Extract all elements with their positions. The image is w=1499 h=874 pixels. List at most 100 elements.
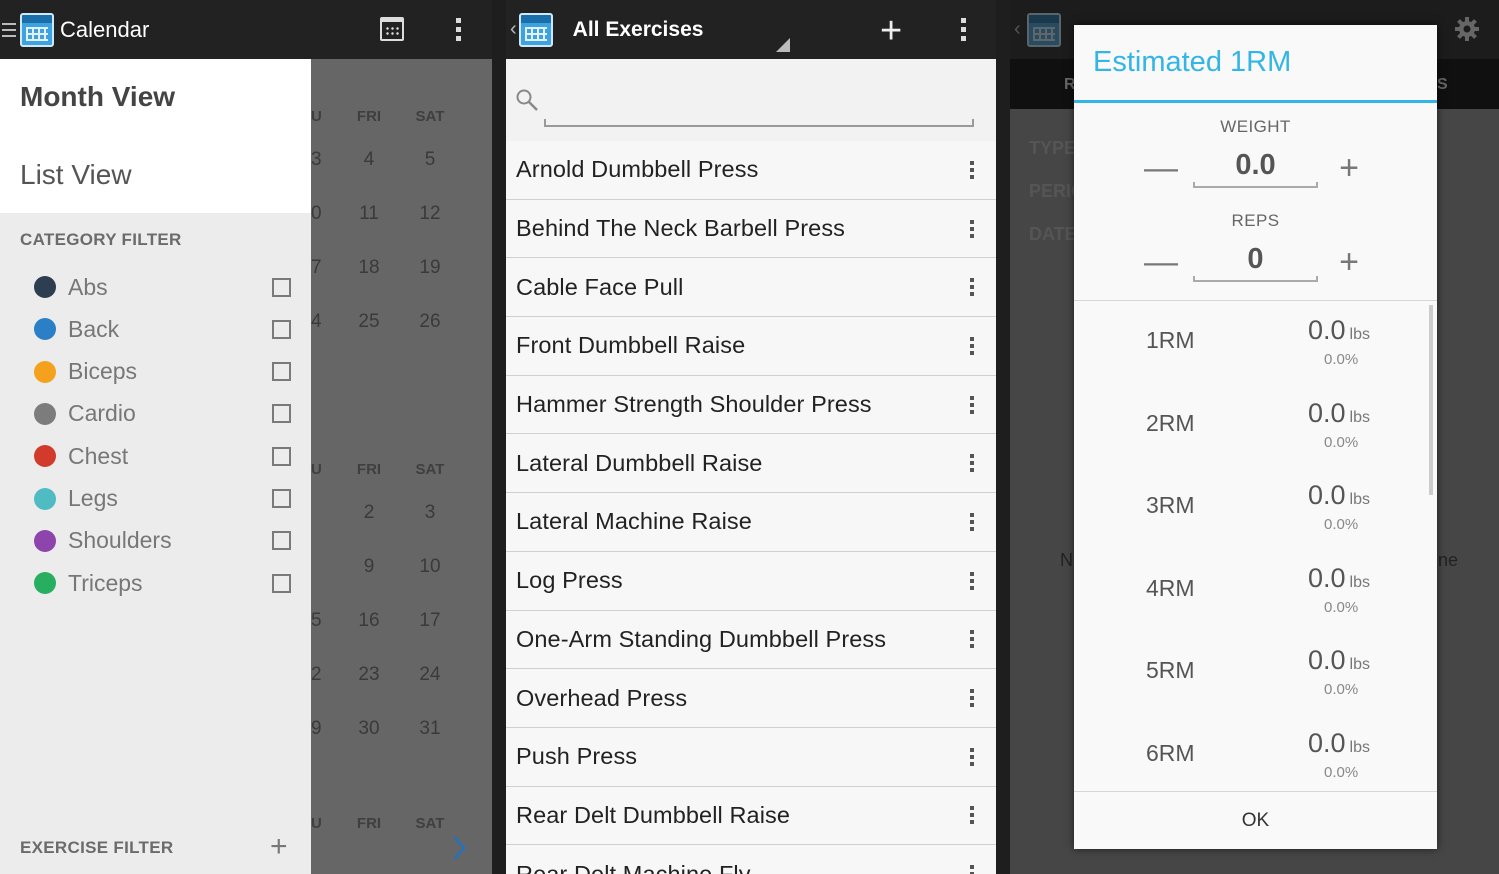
exercise-overflow-icon[interactable] (962, 747, 982, 766)
day-cell[interactable]: 10 (405, 556, 455, 578)
day-cell[interactable]: 7 (311, 257, 331, 279)
day-cell[interactable]: 23 (344, 664, 394, 686)
add-exercise-filter-button[interactable]: + (270, 832, 288, 862)
category-checkbox[interactable] (272, 573, 291, 593)
reps-input[interactable]: 0 (1193, 243, 1318, 276)
exercise-list-item[interactable]: Overhead Press (506, 669, 996, 728)
day-cell[interactable]: 30 (344, 718, 394, 740)
category-checkbox[interactable] (272, 319, 291, 339)
weight-decrement-button[interactable]: — (1141, 149, 1181, 188)
rep-max-unit: lbs (1349, 573, 1370, 591)
category-color-dot (34, 360, 56, 383)
exercise-name: Rear Delt Machine Fly (516, 860, 751, 874)
app-exercises-icon[interactable] (518, 12, 553, 47)
category-label: Chest (68, 442, 129, 469)
category-item[interactable]: Chest (34, 439, 291, 473)
day-cell[interactable]: 12 (405, 203, 455, 225)
category-item[interactable]: Abs (34, 270, 291, 304)
category-item[interactable]: Legs (34, 482, 291, 516)
day-cell[interactable]: 24 (405, 664, 455, 686)
category-item[interactable]: Back (34, 312, 291, 346)
day-cell[interactable]: 9 (344, 556, 394, 578)
exercise-list-item[interactable]: Lateral Dumbbell Raise (506, 434, 996, 494)
exercises-overflow-menu-icon[interactable] (953, 18, 973, 41)
exercise-overflow-icon[interactable] (962, 689, 982, 708)
search-input[interactable] (544, 119, 974, 127)
calendar-today-icon[interactable] (380, 17, 404, 41)
day-cell[interactable]: 4 (311, 311, 331, 333)
category-checkbox[interactable] (272, 531, 291, 551)
day-cell[interactable]: 16 (344, 610, 394, 632)
exercise-overflow-icon[interactable] (962, 395, 982, 414)
weight-input[interactable]: 0.0 (1193, 149, 1318, 182)
category-checkbox[interactable] (272, 489, 291, 508)
day-cell[interactable]: 18 (344, 257, 394, 279)
exercise-overflow-icon[interactable] (962, 336, 982, 355)
exercise-list-item[interactable]: Rear Delt Dumbbell Raise (506, 786, 996, 846)
exercise-overflow-icon[interactable] (962, 454, 982, 473)
exercise-list-item[interactable]: Behind The Neck Barbell Press (506, 199, 996, 259)
exercise-name: Front Dumbbell Raise (516, 332, 746, 359)
day-cell[interactable]: 2 (311, 664, 331, 686)
ok-button[interactable]: OK (1074, 791, 1437, 849)
exercise-overflow-icon[interactable] (962, 278, 982, 297)
rep-max-table[interactable]: 1RM 0.0 lbs 0.0% 2RM 0.0 lbs 0.0% 3RM 0.0 lbs 0.0% 4… (1074, 300, 1437, 792)
rep-max-percent: 0.0% (1324, 681, 1359, 699)
scrollbar[interactable] (1429, 305, 1433, 495)
dim-app-icon (1027, 13, 1061, 47)
reps-increment-button[interactable]: + (1329, 243, 1369, 282)
exercise-list-item[interactable]: Arnold Dumbbell Press (506, 141, 996, 200)
rep-max-unit: lbs (1349, 656, 1370, 674)
category-item[interactable]: Triceps (34, 566, 291, 600)
spinner-triangle-icon[interactable] (776, 38, 790, 52)
exercise-overflow-icon[interactable] (962, 160, 982, 179)
add-exercise-icon[interactable]: + (880, 12, 902, 50)
category-item[interactable]: Cardio (34, 397, 291, 431)
day-cell[interactable]: 26 (405, 311, 455, 333)
exercise-overflow-icon[interactable] (962, 219, 982, 238)
exercise-list-item[interactable]: Hammer Strength Shoulder Press (506, 375, 996, 435)
weight-increment-button[interactable]: + (1329, 149, 1369, 188)
day-cell[interactable]: 3 (405, 502, 455, 524)
exercise-overflow-icon[interactable] (962, 512, 982, 531)
exercise-list-item[interactable]: One-Arm Standing Dumbbell Press (506, 610, 996, 670)
back-chevron-icon[interactable]: ‹ (510, 18, 517, 41)
category-item[interactable]: Shoulders (34, 524, 291, 558)
week-row: 5 16 17 (311, 610, 492, 634)
exercise-overflow-icon[interactable] (962, 571, 982, 590)
week-row: 7 18 19 (311, 257, 492, 281)
category-checkbox[interactable] (272, 362, 291, 382)
category-item[interactable]: Biceps (34, 355, 291, 389)
day-cell[interactable]: 4 (344, 149, 394, 171)
exercise-list-item[interactable]: Front Dumbbell Raise (506, 317, 996, 376)
reps-decrement-button[interactable]: — (1141, 243, 1181, 282)
exercise-list-item[interactable]: Lateral Machine Raise (506, 493, 996, 552)
category-checkbox[interactable] (272, 404, 291, 424)
exercise-list-item[interactable]: Rear Delt Machine Fly (506, 845, 996, 874)
day-cell[interactable]: 11 (344, 203, 394, 225)
day-cell[interactable]: 31 (405, 718, 455, 740)
day-cell[interactable]: 0 (311, 203, 331, 225)
exercise-overflow-icon[interactable] (962, 865, 982, 874)
day-cell[interactable]: 2 (344, 502, 394, 524)
exercise-overflow-icon[interactable] (962, 630, 982, 649)
day-cell[interactable]: 9 (311, 718, 331, 740)
category-checkbox[interactable] (272, 446, 291, 466)
exercise-overflow-icon[interactable] (962, 806, 982, 825)
calendar-overflow-menu-icon[interactable] (448, 18, 468, 41)
month-view-item[interactable]: Month View (20, 81, 175, 113)
drawer-toggle-icon[interactable] (2, 22, 16, 37)
exercise-list-item[interactable]: Log Press (506, 551, 996, 611)
day-cell[interactable]: 5 (311, 610, 331, 632)
day-cell[interactable]: 19 (405, 257, 455, 279)
day-cell[interactable]: 25 (344, 311, 394, 333)
next-month-chevron-icon[interactable] (452, 835, 467, 861)
list-view-item[interactable]: List View (20, 159, 132, 191)
category-checkbox[interactable] (272, 277, 291, 297)
exercise-list-item[interactable]: Cable Face Pull (506, 258, 996, 318)
day-cell[interactable]: 17 (405, 610, 455, 632)
app-calendar-icon[interactable] (20, 12, 54, 47)
day-cell[interactable]: 5 (405, 149, 455, 171)
exercise-list-item[interactable]: Push Press (506, 727, 996, 787)
day-cell[interactable]: 3 (311, 149, 331, 171)
